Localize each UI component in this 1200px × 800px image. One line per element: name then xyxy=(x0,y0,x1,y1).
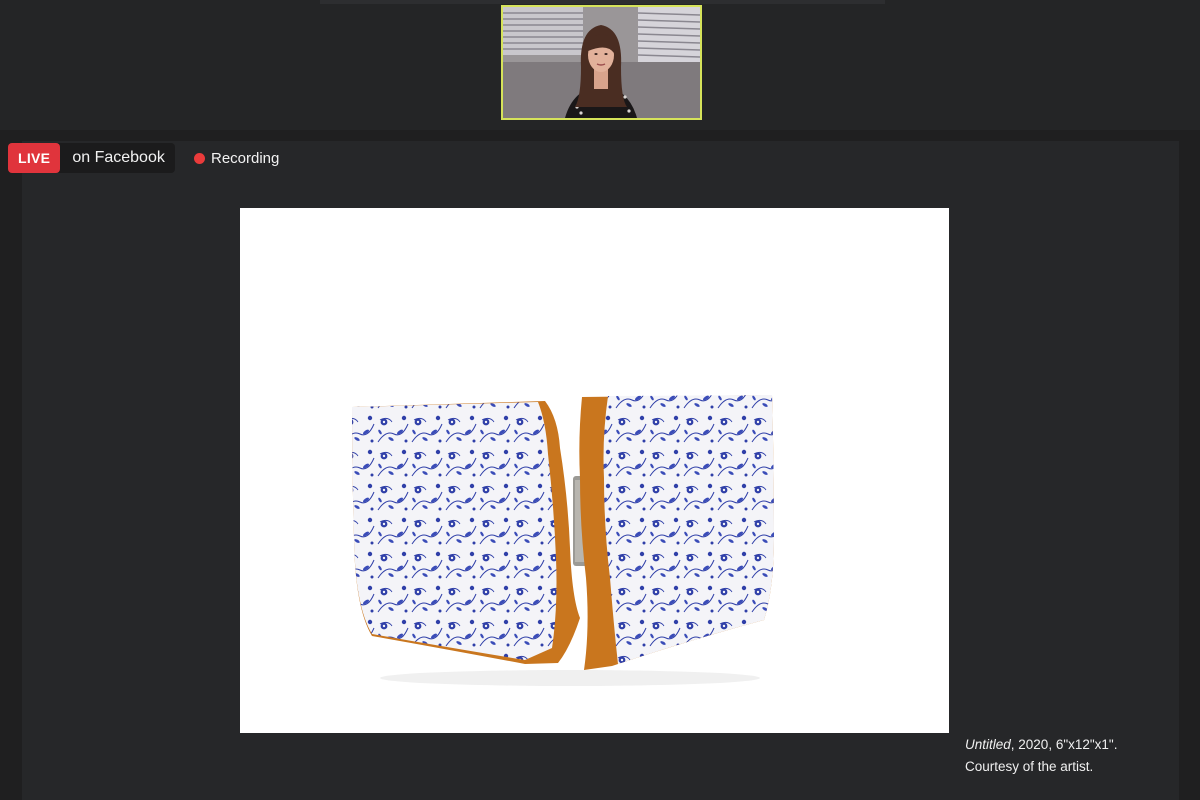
strip-divider xyxy=(320,0,885,4)
recording-dot-icon xyxy=(194,152,205,164)
presentation-slide xyxy=(240,208,949,733)
recording-label: Recording xyxy=(211,149,280,167)
artwork-caption: Untitled, 2020, 6"x12"x1". Courtesy of t… xyxy=(965,734,1117,778)
artwork-title-line: Untitled, 2020, 6"x12"x1". xyxy=(965,734,1117,756)
speaker-video-frame xyxy=(503,7,700,118)
active-speaker-video[interactable] xyxy=(501,5,702,120)
artwork-credit: Courtesy of the artist. xyxy=(965,759,1094,774)
artwork-image xyxy=(352,395,774,686)
artwork-details: , 2020, 6"x12"x1". xyxy=(1010,737,1118,752)
artwork-title: Untitled xyxy=(965,737,1011,752)
recording-indicator[interactable]: Recording xyxy=(194,148,279,168)
live-platform-text: on Facebook xyxy=(72,149,165,166)
live-label: LIVE xyxy=(8,143,61,173)
live-stream-badge[interactable]: LIVE on Facebook xyxy=(8,143,175,173)
